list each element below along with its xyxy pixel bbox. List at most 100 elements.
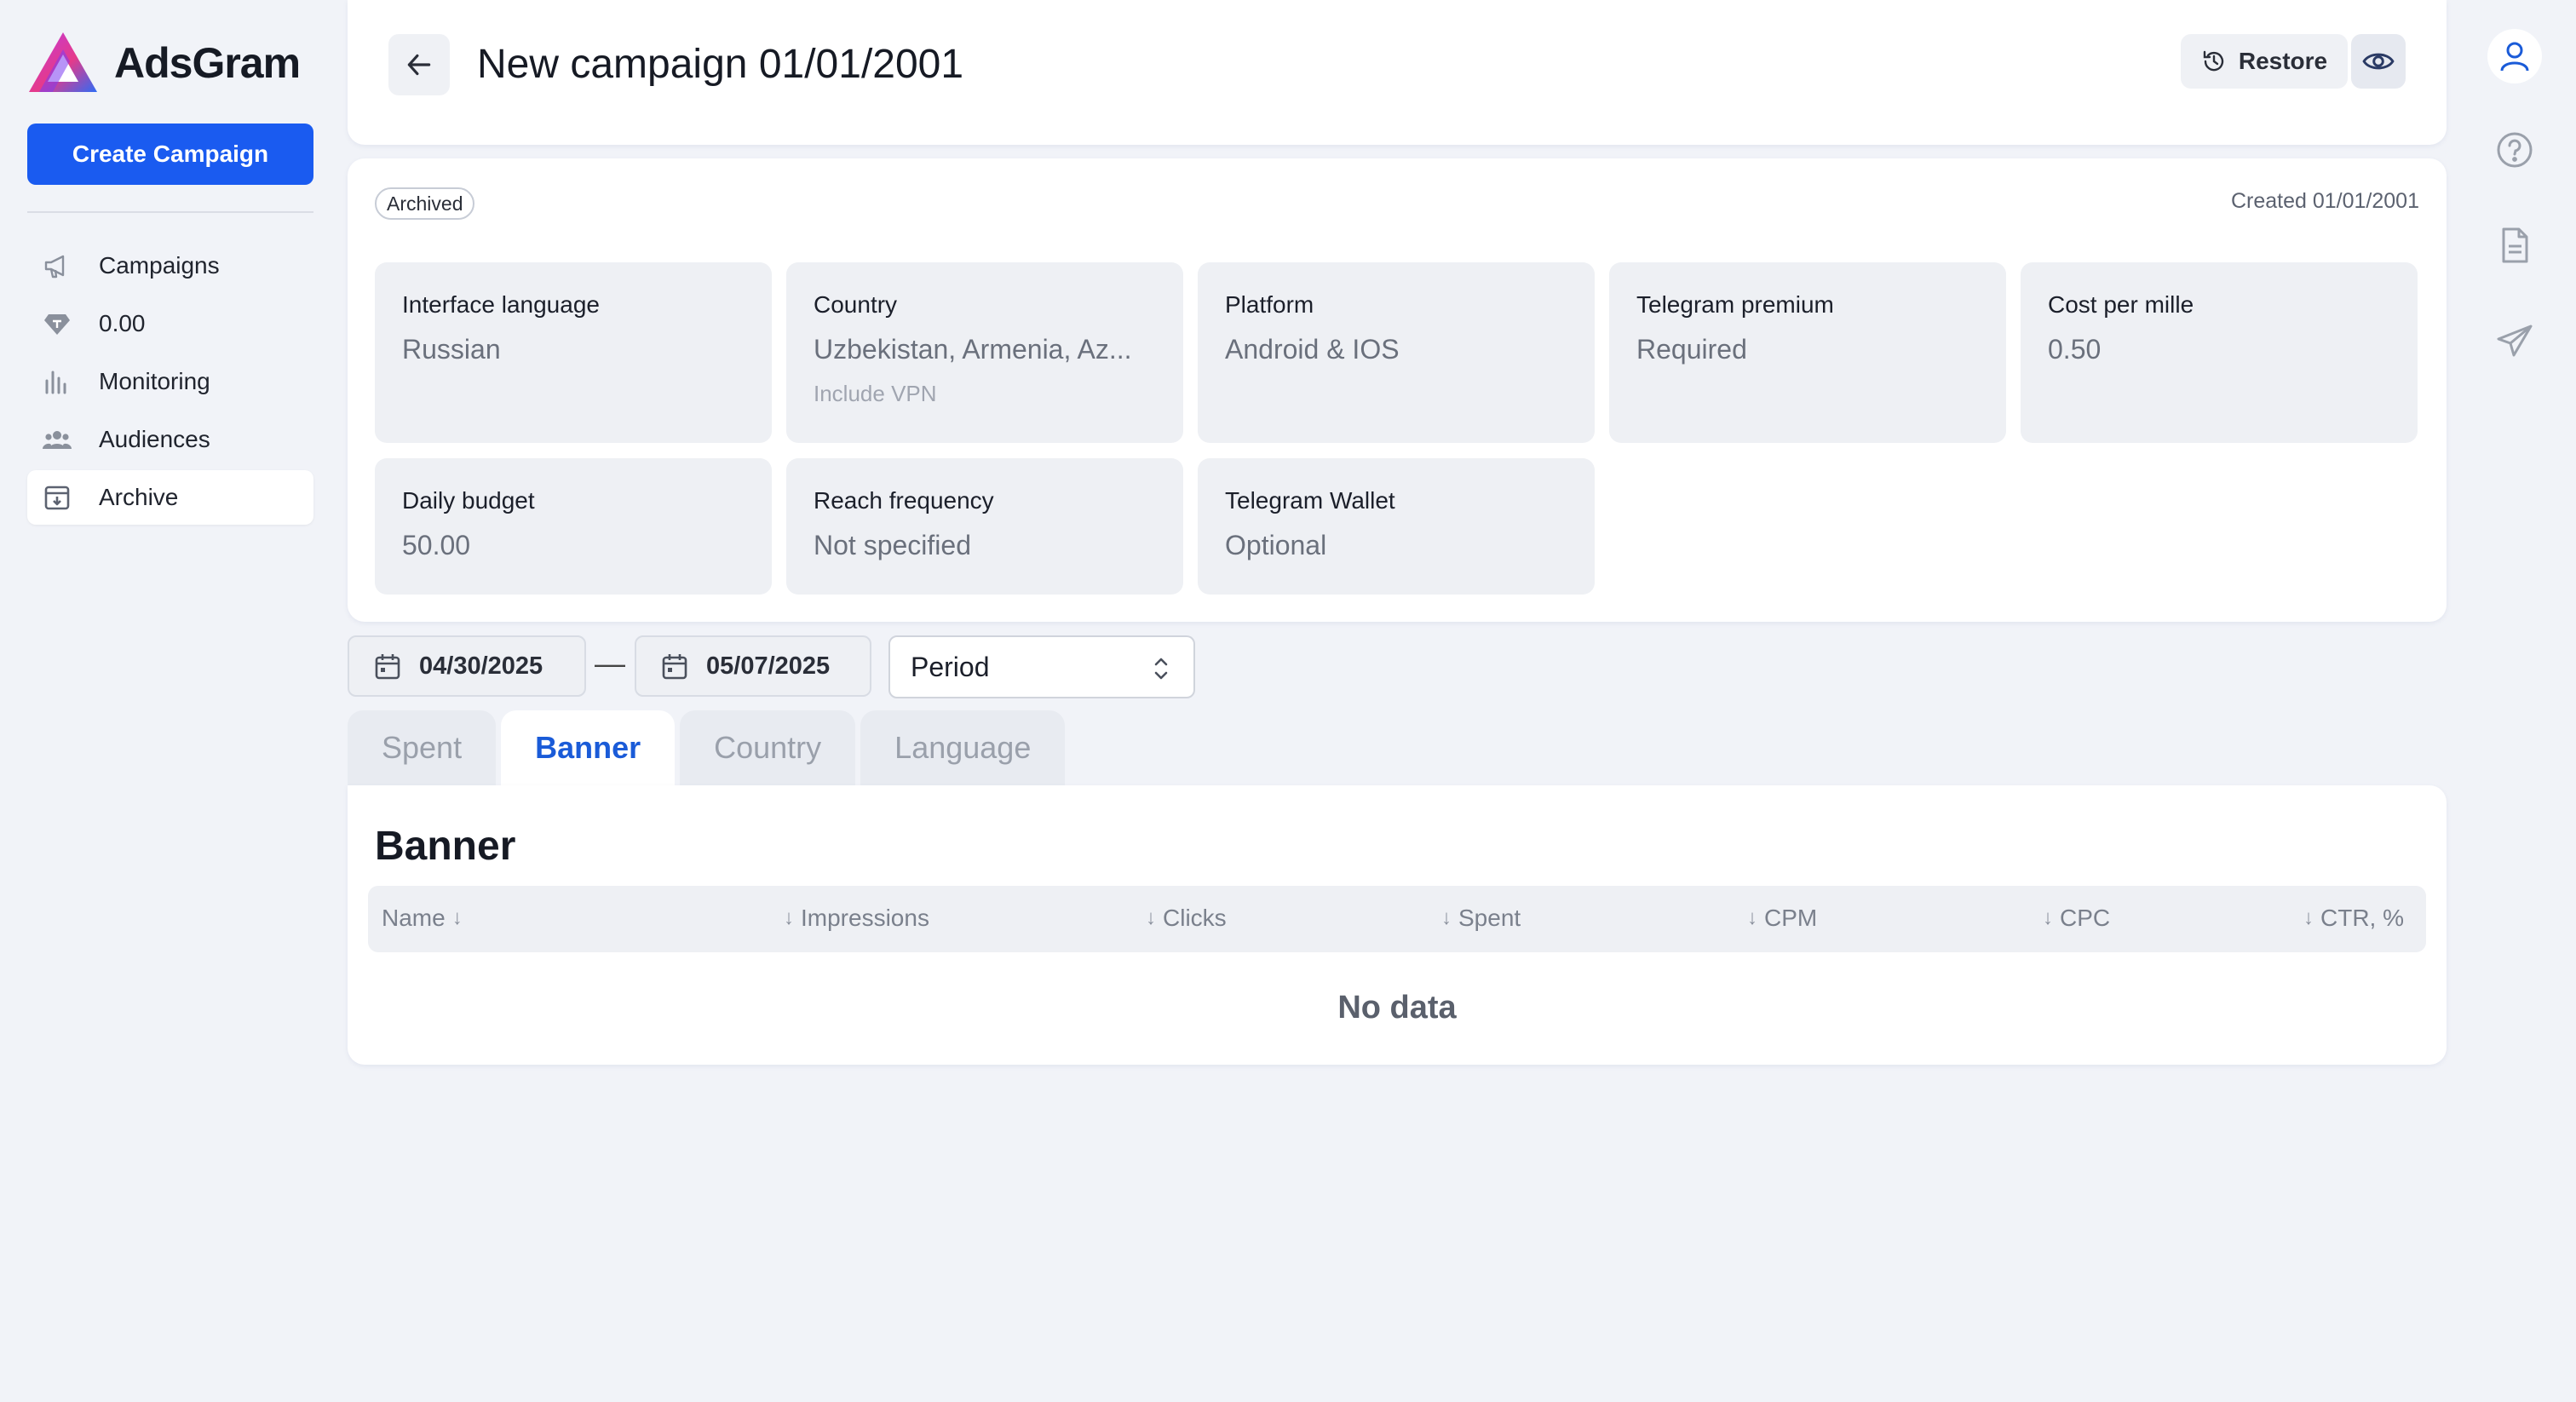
page-title: New campaign 01/01/2001 — [477, 42, 964, 87]
sidebar-item-balance[interactable]: 0.00 — [27, 296, 313, 351]
archive-box-icon — [41, 481, 73, 514]
sidebar-item-campaigns[interactable]: Campaigns — [27, 238, 313, 293]
column-header-impressions[interactable]: ↓ Impressions — [777, 905, 929, 932]
tab-spent[interactable]: Spent — [348, 710, 497, 785]
tile-daily-budget: Daily budget 50.00 — [375, 458, 772, 595]
tile-label: Telegram Wallet — [1225, 487, 1395, 514]
sort-arrow-icon: ↓ — [1146, 906, 1156, 929]
column-header-ctr[interactable]: ↓ CTR, % — [2297, 905, 2404, 932]
create-campaign-button[interactable]: Create Campaign — [27, 124, 313, 185]
history-icon — [2203, 50, 2224, 72]
created-date: Created 01/01/2001 — [2230, 189, 2419, 213]
tile-label: Daily budget — [402, 487, 535, 514]
column-header-name[interactable]: Name ↓ — [382, 905, 469, 932]
tile-value: Russian — [402, 334, 501, 365]
tile-subvalue: Include VPN — [814, 381, 937, 406]
user-icon — [2500, 42, 2529, 72]
tile-value: Not specified — [814, 530, 971, 560]
calendar-icon — [375, 654, 400, 680]
tile-platform: Platform Android & IOS — [1198, 262, 1595, 443]
sort-arrow-icon: ↓ — [784, 906, 794, 929]
tab-country[interactable]: Country — [680, 710, 856, 785]
bar-chart-icon — [41, 365, 73, 398]
telegram-button[interactable] — [2487, 313, 2542, 368]
app-name: AdsGram — [114, 39, 301, 87]
logo[interactable]: AdsGram — [27, 31, 301, 95]
date-from-value: 04/30/2025 — [419, 652, 543, 680]
column-label: CTR, % — [2320, 905, 2404, 931]
chevron-up-down-icon — [1154, 658, 1168, 680]
tile-interface-language: Interface language Russian — [375, 262, 772, 443]
tab-language[interactable]: Language — [860, 710, 1066, 785]
stats-tabs: Spent Banner Country Language — [348, 710, 1070, 785]
tile-value: Required — [1636, 334, 1747, 365]
column-label: Name — [382, 905, 446, 931]
calendar-icon — [662, 654, 687, 680]
tile-label: Platform — [1225, 291, 1314, 318]
tile-telegram-premium: Telegram premium Required — [1609, 262, 2006, 443]
status-badge: Archived — [375, 187, 475, 220]
column-header-spent[interactable]: ↓ Spent — [1435, 905, 1521, 932]
column-header-clicks[interactable]: ↓ Clicks — [1139, 905, 1227, 932]
adsgram-logo-icon — [29, 32, 97, 92]
column-label: CPC — [2060, 905, 2111, 931]
date-from-input[interactable]: 04/30/2025 — [348, 635, 586, 697]
tile-label: Country — [814, 291, 898, 318]
period-select-value: Period — [911, 651, 990, 682]
sidebar-item-label: Audiences — [99, 426, 210, 452]
sort-arrow-icon: ↓ — [1747, 906, 1757, 929]
tile-value: 0.50 — [2048, 334, 2102, 365]
campaign-header: New campaign 01/01/2001 Restore — [348, 0, 2447, 145]
tile-value: Android & IOS — [1225, 334, 1400, 365]
back-button[interactable] — [388, 34, 450, 95]
date-to-value: 05/07/2025 — [706, 652, 831, 680]
sort-arrow-icon: ↓ — [1441, 906, 1452, 929]
empty-state: No data — [1337, 990, 1457, 1026]
sidebar-item-label: Monitoring — [99, 368, 210, 394]
tile-cost-per-mille: Cost per mille 0.50 — [2021, 262, 2418, 443]
column-label: CPM — [1764, 905, 1818, 931]
sort-arrow-icon: ↓ — [451, 906, 463, 929]
sidebar-divider — [27, 211, 313, 213]
arrow-left-icon — [407, 54, 431, 76]
date-to-input[interactable]: 05/07/2025 — [635, 635, 871, 697]
tile-value: Optional — [1225, 530, 1327, 560]
docs-button[interactable] — [2487, 218, 2542, 273]
diamond-icon — [41, 307, 73, 340]
banner-stats-panel: Banner Name ↓ ↓ Impressions ↓ Clicks ↓ S… — [348, 785, 2447, 1065]
profile-button[interactable] — [2487, 29, 2542, 83]
column-header-cpm[interactable]: ↓ CPM — [1740, 905, 1817, 932]
paper-plane-icon — [2497, 325, 2533, 357]
restore-button[interactable]: Restore — [2181, 34, 2348, 89]
question-circle-icon — [2497, 132, 2533, 168]
tab-banner[interactable]: Banner — [501, 710, 676, 785]
column-header-cpc[interactable]: ↓ CPC — [2036, 905, 2110, 932]
tile-label: Cost per mille — [2048, 291, 2194, 318]
period-select[interactable]: Period — [888, 635, 1195, 698]
sidebar-item-label: 0.00 — [99, 310, 146, 336]
preview-button[interactable] — [2351, 34, 2406, 89]
sidebar-item-monitoring[interactable]: Monitoring — [27, 354, 313, 409]
tile-reach-frequency: Reach frequency Not specified — [786, 458, 1183, 595]
section-title: Banner — [375, 824, 516, 869]
tile-label: Reach frequency — [814, 487, 994, 514]
sidebar-item-audiences[interactable]: Audiences — [27, 412, 313, 467]
sidebar: AdsGram Create Campaign Campaigns 0.00 M… — [0, 0, 341, 1402]
eye-icon — [2362, 53, 2395, 70]
sidebar-nav: Campaigns 0.00 Monitoring Audiences Arch… — [27, 238, 313, 528]
sort-arrow-icon: ↓ — [2043, 906, 2053, 929]
document-icon — [2502, 227, 2528, 263]
campaign-details: Archived Created 01/01/2001 Interface la… — [348, 158, 2447, 622]
sidebar-item-label: Campaigns — [99, 252, 220, 279]
sidebar-item-archive[interactable]: Archive — [27, 470, 313, 525]
tile-value: Uzbekistan, Armenia, Az... — [814, 334, 1132, 365]
tile-label: Telegram premium — [1636, 291, 1834, 318]
users-icon — [41, 423, 73, 456]
sort-arrow-icon: ↓ — [2303, 906, 2314, 929]
help-button[interactable] — [2487, 123, 2542, 177]
tile-telegram-wallet: Telegram Wallet Optional — [1198, 458, 1595, 595]
tile-country: Country Uzbekistan, Armenia, Az... Inclu… — [786, 262, 1183, 443]
megaphone-icon — [41, 250, 73, 282]
date-range-separator: — — [595, 646, 625, 681]
column-label: Clicks — [1163, 905, 1227, 931]
